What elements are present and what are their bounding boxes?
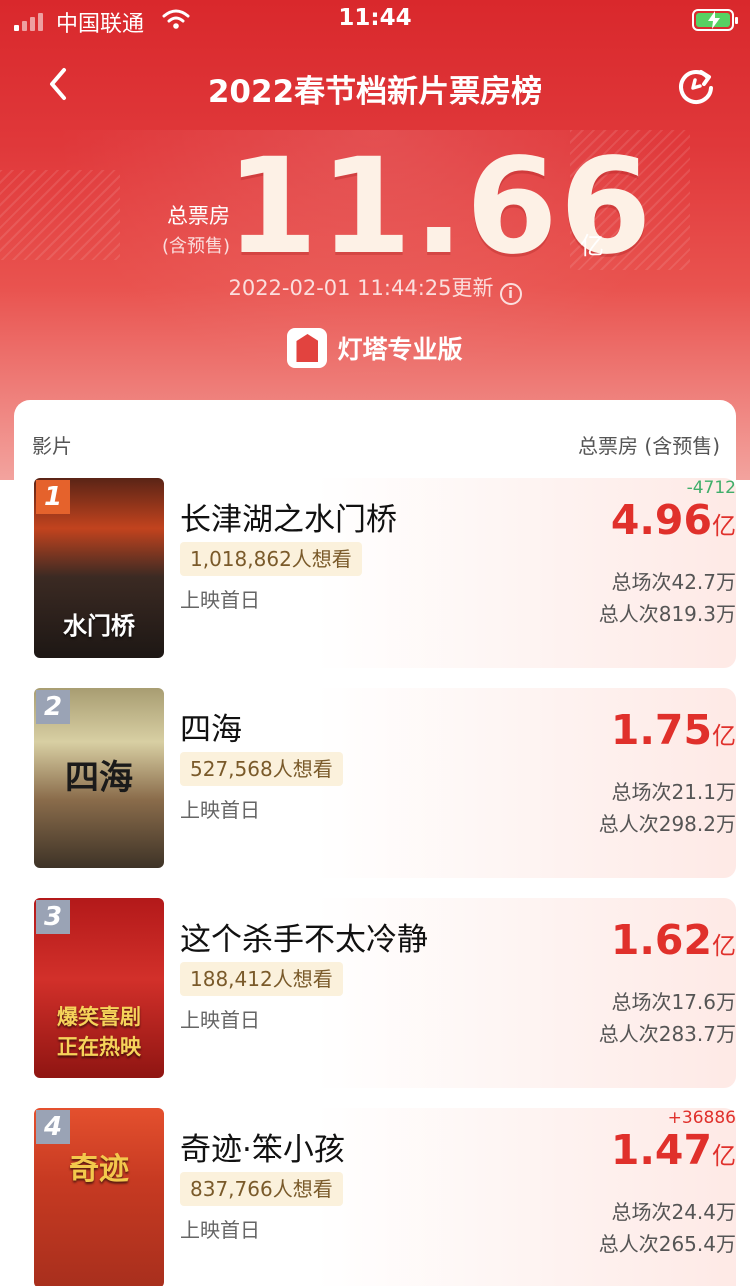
box-office-number: 1.62: [610, 916, 712, 964]
battery-charging-icon: [692, 9, 738, 31]
box-office-value: 1.47亿: [611, 1126, 736, 1174]
rank-badge: 2: [36, 690, 70, 724]
release-status: 上映首日: [180, 798, 260, 822]
refresh-icon[interactable]: [674, 64, 718, 108]
brand-name: 灯塔专业版: [337, 335, 463, 364]
release-status: 上映首日: [180, 588, 260, 612]
total-viewers: 总人次298.2万: [598, 812, 736, 836]
navigation-bar: 2022春节档新片票房榜: [0, 40, 750, 132]
rank-badge: 1: [36, 480, 70, 514]
poster-title: 水门桥: [63, 612, 135, 640]
release-status: 上映首日: [180, 1218, 260, 1242]
total-box-office-sublabel: (含预售): [161, 236, 230, 257]
rank-badge: 4: [36, 1110, 70, 1144]
brand-badge: 灯塔专业版: [0, 328, 750, 368]
movie-poster[interactable]: 3 爆笑喜剧 正在热映: [34, 898, 164, 1078]
movie-row[interactable]: 1 水门桥 长津湖之水门桥 1,018,862人想看 上映首日 -4712 4.…: [34, 478, 736, 668]
total-viewers: 总人次819.3万: [598, 602, 736, 626]
box-office-value: 1.62亿: [611, 916, 736, 964]
box-office-value: 4.96亿: [611, 496, 736, 544]
movie-title[interactable]: 这个杀手不太冷静: [180, 914, 428, 959]
movie-poster[interactable]: 1 水门桥: [34, 478, 164, 658]
release-status: 上映首日: [180, 1008, 260, 1032]
total-shows: 总场次17.6万: [611, 990, 736, 1014]
column-header-box-office: 总票房 (含预售): [578, 434, 720, 458]
box-office-delta: -4712: [686, 478, 736, 498]
box-office-unit: 亿: [712, 722, 736, 750]
want-to-see-count: 188,412人想看: [180, 962, 343, 996]
poster-title: 奇迹: [69, 1152, 129, 1187]
lighthouse-logo-icon: [287, 328, 328, 368]
box-office-unit: 亿: [712, 932, 736, 960]
box-office-number: 1.75: [610, 706, 712, 754]
movie-row[interactable]: 3 爆笑喜剧 正在热映 这个杀手不太冷静 188,412人想看 上映首日 1.6…: [34, 898, 736, 1088]
movie-poster[interactable]: 4 奇迹: [34, 1108, 164, 1286]
box-office-delta: +36886: [667, 1108, 736, 1128]
total-viewers: 总人次283.7万: [598, 1022, 736, 1046]
total-box-office-label: 总票房: [167, 204, 230, 228]
movie-row[interactable]: 2 四海 四海 527,568人想看 上映首日 1.75亿 总场次21.1万 总…: [34, 688, 736, 878]
column-header-movie: 影片: [32, 434, 72, 458]
poster-title: 四海: [65, 758, 133, 798]
decorative-stripes-left: [0, 170, 120, 260]
total-viewers: 总人次265.4万: [598, 1232, 736, 1256]
box-office-unit: 亿: [712, 512, 736, 540]
box-office-number: 1.47: [610, 1126, 712, 1174]
rank-badge: 3: [36, 900, 70, 934]
page-title: 2022春节档新片票房榜: [207, 74, 543, 110]
movie-title[interactable]: 长津湖之水门桥: [180, 494, 397, 539]
status-bar: 中国联通 11:44: [0, 0, 750, 40]
box-office-number: 4.96: [610, 496, 712, 544]
total-shows: 总场次21.1万: [611, 780, 736, 804]
want-to-see-count: 527,568人想看: [180, 752, 343, 786]
box-office-value: 1.75亿: [611, 706, 736, 754]
poster-title: 爆笑喜剧 正在热映: [57, 1005, 141, 1059]
update-time: 2022-02-01 11:44:25更新: [228, 276, 494, 300]
movie-row[interactable]: 4 奇迹 奇迹·笨小孩 837,766人想看 上映首日 +36886 1.47亿…: [34, 1108, 736, 1286]
total-shows: 总场次42.7万: [611, 570, 736, 594]
clock: 11:44: [338, 5, 412, 31]
total-shows: 总场次24.4万: [611, 1200, 736, 1224]
movie-title[interactable]: 奇迹·笨小孩: [180, 1124, 345, 1169]
total-box-office-unit: 亿: [580, 232, 604, 260]
movie-title[interactable]: 四海: [180, 704, 242, 749]
want-to-see-count: 837,766人想看: [180, 1172, 343, 1206]
want-to-see-count: 1,018,862人想看: [180, 542, 362, 576]
movie-poster[interactable]: 2 四海: [34, 688, 164, 868]
box-office-list: 影片 总票房 (含预售) 1 水门桥 长津湖之水门桥 1,018,862人想看 …: [14, 400, 736, 1286]
info-icon[interactable]: i: [499, 283, 522, 305]
box-office-unit: 亿: [712, 1142, 736, 1170]
update-time-row: 2022-02-01 11:44:25更新 i: [0, 272, 750, 305]
